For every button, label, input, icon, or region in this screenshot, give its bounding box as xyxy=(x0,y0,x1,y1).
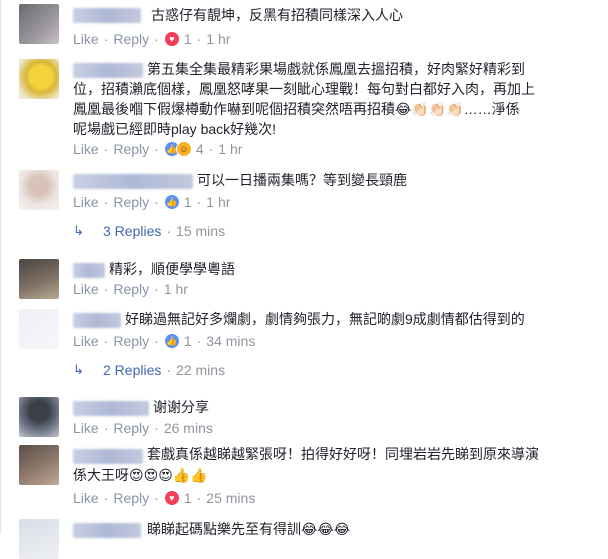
like-button[interactable]: Like xyxy=(73,31,99,47)
heart-reaction-icon: ♥ xyxy=(163,31,180,47)
heart-reaction-icon: ♥ xyxy=(163,490,180,506)
comment-text: 谢谢分享 xyxy=(153,399,209,415)
comment-actions: Like · Reply · 👍 1 · 34 mins xyxy=(73,333,256,349)
replies-time: 22 mins xyxy=(176,362,226,378)
comment-text: 睇睇起碼點樂先至有得訓😂😂😂 xyxy=(147,521,351,537)
reply-button[interactable]: Reply xyxy=(113,490,149,506)
comment-text: 係大王呀😍😍😍👍👍 xyxy=(73,467,208,483)
reaction-count: 1 xyxy=(183,333,192,349)
avatar[interactable] xyxy=(19,170,59,210)
like-button[interactable]: Like xyxy=(73,194,99,210)
comment-actions: Like · Reply · 👍 ☺ 4 · 1 hr xyxy=(73,141,243,157)
comment-text: 呢場戲已經即時play back好幾次! xyxy=(73,121,277,137)
avatar[interactable] xyxy=(19,309,59,349)
like-button[interactable]: Like xyxy=(73,420,99,436)
reactions[interactable]: 👍 xyxy=(163,194,180,210)
reaction-count: 1 xyxy=(183,490,192,506)
comment-actions: Like · Reply · 👍 1 · 1 hr xyxy=(73,194,231,210)
avatar[interactable] xyxy=(19,259,59,299)
reply-arrow-icon: ↳ xyxy=(73,223,84,238)
timestamp[interactable]: 1 hr xyxy=(206,194,230,210)
replies-count-link[interactable]: 3 Replies xyxy=(103,223,161,239)
reaction-count: 4 xyxy=(195,141,204,157)
reactions[interactable]: 👍 xyxy=(163,333,180,349)
timestamp[interactable]: 26 mins xyxy=(164,420,213,436)
comment-actions: Like · Reply · 1 hr xyxy=(73,281,188,297)
reply-button[interactable]: Reply xyxy=(113,141,149,157)
like-reaction-icon: 👍 xyxy=(163,333,180,349)
avatar[interactable] xyxy=(19,59,59,99)
timestamp[interactable]: 25 mins xyxy=(206,490,255,506)
comment-text: 套戲真係越睇越緊張呀！拍得好好呀！同埋岩岩先睇到原來導演 xyxy=(147,446,539,462)
reply-button[interactable]: Reply xyxy=(113,281,149,297)
reactions[interactable]: ♥ xyxy=(163,490,180,506)
commenter-name[interactable] xyxy=(73,401,149,416)
like-button[interactable]: Like xyxy=(73,490,99,506)
like-button[interactable]: Like xyxy=(73,333,99,349)
reactions[interactable]: ♥ xyxy=(163,31,180,47)
reactions[interactable]: 👍 ☺ xyxy=(163,141,192,157)
reply-button[interactable]: Reply xyxy=(113,31,149,47)
comment-text: 鳳凰最後嗰下假爆樽動作嚇到呢個招積突然唔再招積😂👏🏻👏🏻👏🏻……淨係 xyxy=(73,101,520,117)
reaction-count: 1 xyxy=(183,194,192,210)
commenter-name[interactable] xyxy=(73,313,121,328)
comments-panel: 古惑仔有靚坤，反黑有招積同樣深入人心 Like · Reply · ♥ 1 · … xyxy=(0,0,608,559)
reply-button[interactable]: Reply xyxy=(113,333,149,349)
comment-text: 可以一日播兩集嗎？等到變長頸鹿 xyxy=(197,172,407,188)
timestamp[interactable]: 1 hr xyxy=(164,281,188,297)
haha-reaction-icon: ☺ xyxy=(175,141,192,157)
avatar[interactable] xyxy=(19,445,59,485)
commenter-name[interactable] xyxy=(73,523,141,538)
comment-text: 精彩，順便學學粵語 xyxy=(109,261,235,277)
view-replies[interactable]: ↳ 2 Replies · 22 mins xyxy=(73,362,225,378)
reaction-count: 1 xyxy=(183,31,192,47)
commenter-name[interactable] xyxy=(73,174,193,189)
comment-actions: Like · Reply · ♥ 1 · 1 hr xyxy=(73,31,231,47)
comment-text: 位，招積瀨底個樣，鳳凰怒哮果一刻眦心理戰！每句對白都好入肉，再加上 xyxy=(73,81,535,97)
like-reaction-icon: 👍 xyxy=(163,194,180,210)
comment-actions: Like · Reply · 26 mins xyxy=(73,420,213,436)
comment-text: 第五集全集最精彩果場戲就係鳳凰去搵招積，好肉緊好精彩到 xyxy=(147,61,525,77)
replies-count-link[interactable]: 2 Replies xyxy=(103,362,161,378)
avatar[interactable] xyxy=(19,397,59,437)
replies-time: 15 mins xyxy=(176,223,226,239)
like-button[interactable]: Like xyxy=(73,281,99,297)
timestamp[interactable]: 34 mins xyxy=(206,333,255,349)
reply-button[interactable]: Reply xyxy=(113,420,149,436)
commenter-name[interactable] xyxy=(73,8,141,23)
timestamp[interactable]: 1 hr xyxy=(206,31,230,47)
like-button[interactable]: Like xyxy=(73,141,99,157)
comment-text: 古惑仔有靚坤，反黑有招積同樣深入人心 xyxy=(151,7,403,23)
commenter-name[interactable] xyxy=(73,63,143,78)
commenter-name[interactable] xyxy=(73,263,105,278)
avatar[interactable] xyxy=(19,4,59,44)
timestamp[interactable]: 1 hr xyxy=(218,141,242,157)
comment-actions: Like · Reply · ♥ 1 · 25 mins xyxy=(73,490,256,506)
avatar[interactable] xyxy=(19,519,59,559)
reply-arrow-icon: ↳ xyxy=(73,362,84,377)
comment-text: 好睇過無記好多爛劇，劇情夠張力，無記啲劇9成劇情都估得到的 xyxy=(125,311,525,327)
reply-button[interactable]: Reply xyxy=(113,194,149,210)
view-replies[interactable]: ↳ 3 Replies · 15 mins xyxy=(73,223,225,239)
commenter-name[interactable] xyxy=(73,449,143,464)
